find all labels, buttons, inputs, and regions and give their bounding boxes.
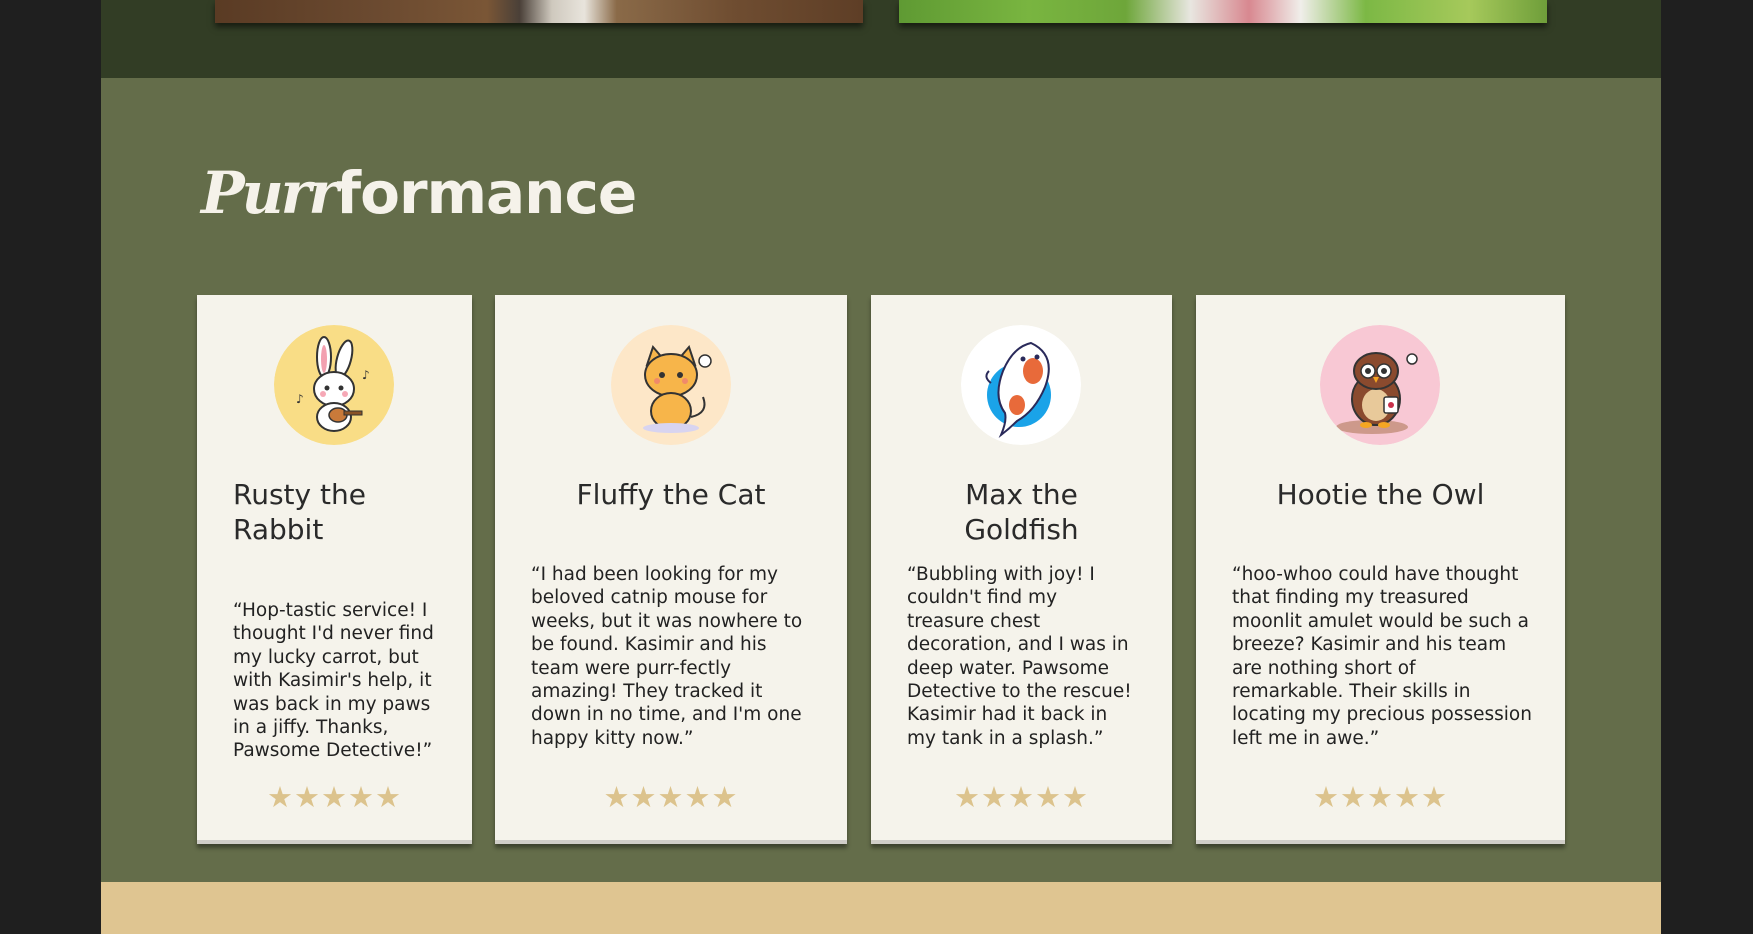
photo-gallery-band [101, 0, 1661, 78]
cat-photo [215, 0, 863, 23]
testimonial-name: Hootie the Owl [1276, 478, 1485, 511]
testimonials-section: Purrformance ♪ ♪ Rusty the Rabbit “Hop-t… [101, 78, 1661, 882]
star-rating: ★★★★★ [603, 780, 739, 814]
star-rating: ★★★★★ [267, 780, 402, 814]
rabbit-ukulele-icon: ♪ ♪ [274, 325, 394, 445]
star-rating: ★★★★★ [1313, 780, 1448, 814]
dog-photo [899, 0, 1547, 23]
testimonial-card: Hootie the Owl “hoo-whoo could have thou… [1196, 295, 1565, 844]
testimonial-name: Fluffy the Cat [576, 478, 766, 511]
testimonial-card: Max the Goldfish “Bubbling with joy! I c… [871, 295, 1172, 844]
section-title: Purrformance [201, 158, 637, 228]
testimonial-card: Fluffy the Cat “I had been looking for m… [495, 295, 847, 844]
cat-icon [611, 325, 731, 445]
page: Purrformance ♪ ♪ Rusty the Rabbit “Hop-t… [101, 0, 1661, 934]
star-rating: ★★★★★ [954, 780, 1089, 814]
testimonial-quote: “I had been looking for my beloved catni… [531, 564, 803, 749]
section-title-script: Purr [201, 159, 339, 227]
svg-text:♪: ♪ [296, 392, 304, 406]
svg-text:♪: ♪ [362, 368, 370, 382]
testimonial-quote: “Bubbling with joy! I couldn't find my t… [907, 564, 1132, 749]
koi-fish-icon [961, 325, 1081, 445]
testimonial-name: Max the Goldfish [964, 478, 1079, 546]
testimonial-quote: “Hop-tastic service! I thought I'd never… [233, 600, 434, 762]
testimonial-card: ♪ ♪ Rusty the Rabbit “Hop-tastic service… [197, 295, 472, 844]
testimonial-name: Rusty the Rabbit [233, 478, 366, 546]
testimonial-quote: “hoo-whoo could have thought that findin… [1232, 564, 1532, 749]
footer-band [101, 882, 1661, 934]
owl-coffee-icon [1320, 325, 1440, 445]
section-title-bold: formance [335, 159, 637, 227]
